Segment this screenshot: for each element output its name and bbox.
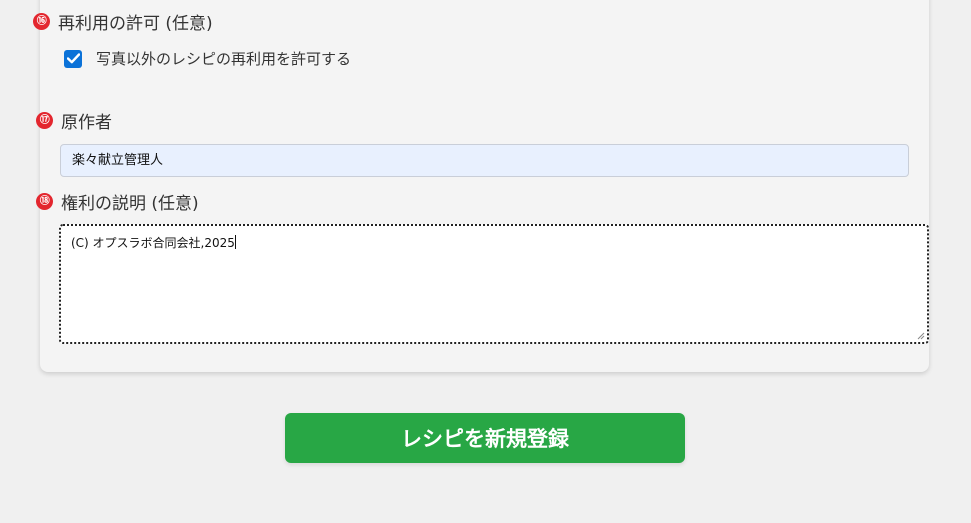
rights-textarea-value: (C) オプスラボ合同会社,2025	[71, 236, 235, 250]
reuse-permission-heading: ⑯ 再利用の許可 (任意)	[33, 9, 213, 34]
step-number-badge: ⑰	[36, 112, 53, 129]
resize-grip-icon[interactable]	[917, 332, 925, 340]
reuse-permission-checkbox-row[interactable]: 写真以外のレシピの再利用を許可する	[64, 48, 351, 69]
rights-heading: ⑱ 権利の説明 (任意)	[36, 189, 199, 214]
reuse-permission-checkbox-label[interactable]: 写真以外のレシピの再利用を許可する	[96, 48, 351, 69]
reuse-permission-title: 再利用の許可 (任意)	[58, 14, 213, 34]
author-title: 原作者	[61, 113, 112, 133]
rights-title: 権利の説明 (任意)	[61, 194, 199, 214]
author-heading: ⑰ 原作者	[36, 108, 112, 133]
author-input-value: 楽々献立管理人	[72, 153, 164, 168]
text-caret	[234, 235, 236, 249]
register-recipe-button[interactable]: レシピを新規登録	[285, 413, 685, 463]
author-input[interactable]: 楽々献立管理人	[60, 144, 909, 177]
step-number-badge: ⑯	[33, 13, 50, 30]
rights-textarea[interactable]: (C) オプスラボ合同会社,2025	[59, 224, 929, 344]
checkmark-icon	[66, 53, 80, 64]
step-number-badge: ⑱	[36, 193, 53, 210]
reuse-permission-checkbox[interactable]	[64, 49, 82, 68]
